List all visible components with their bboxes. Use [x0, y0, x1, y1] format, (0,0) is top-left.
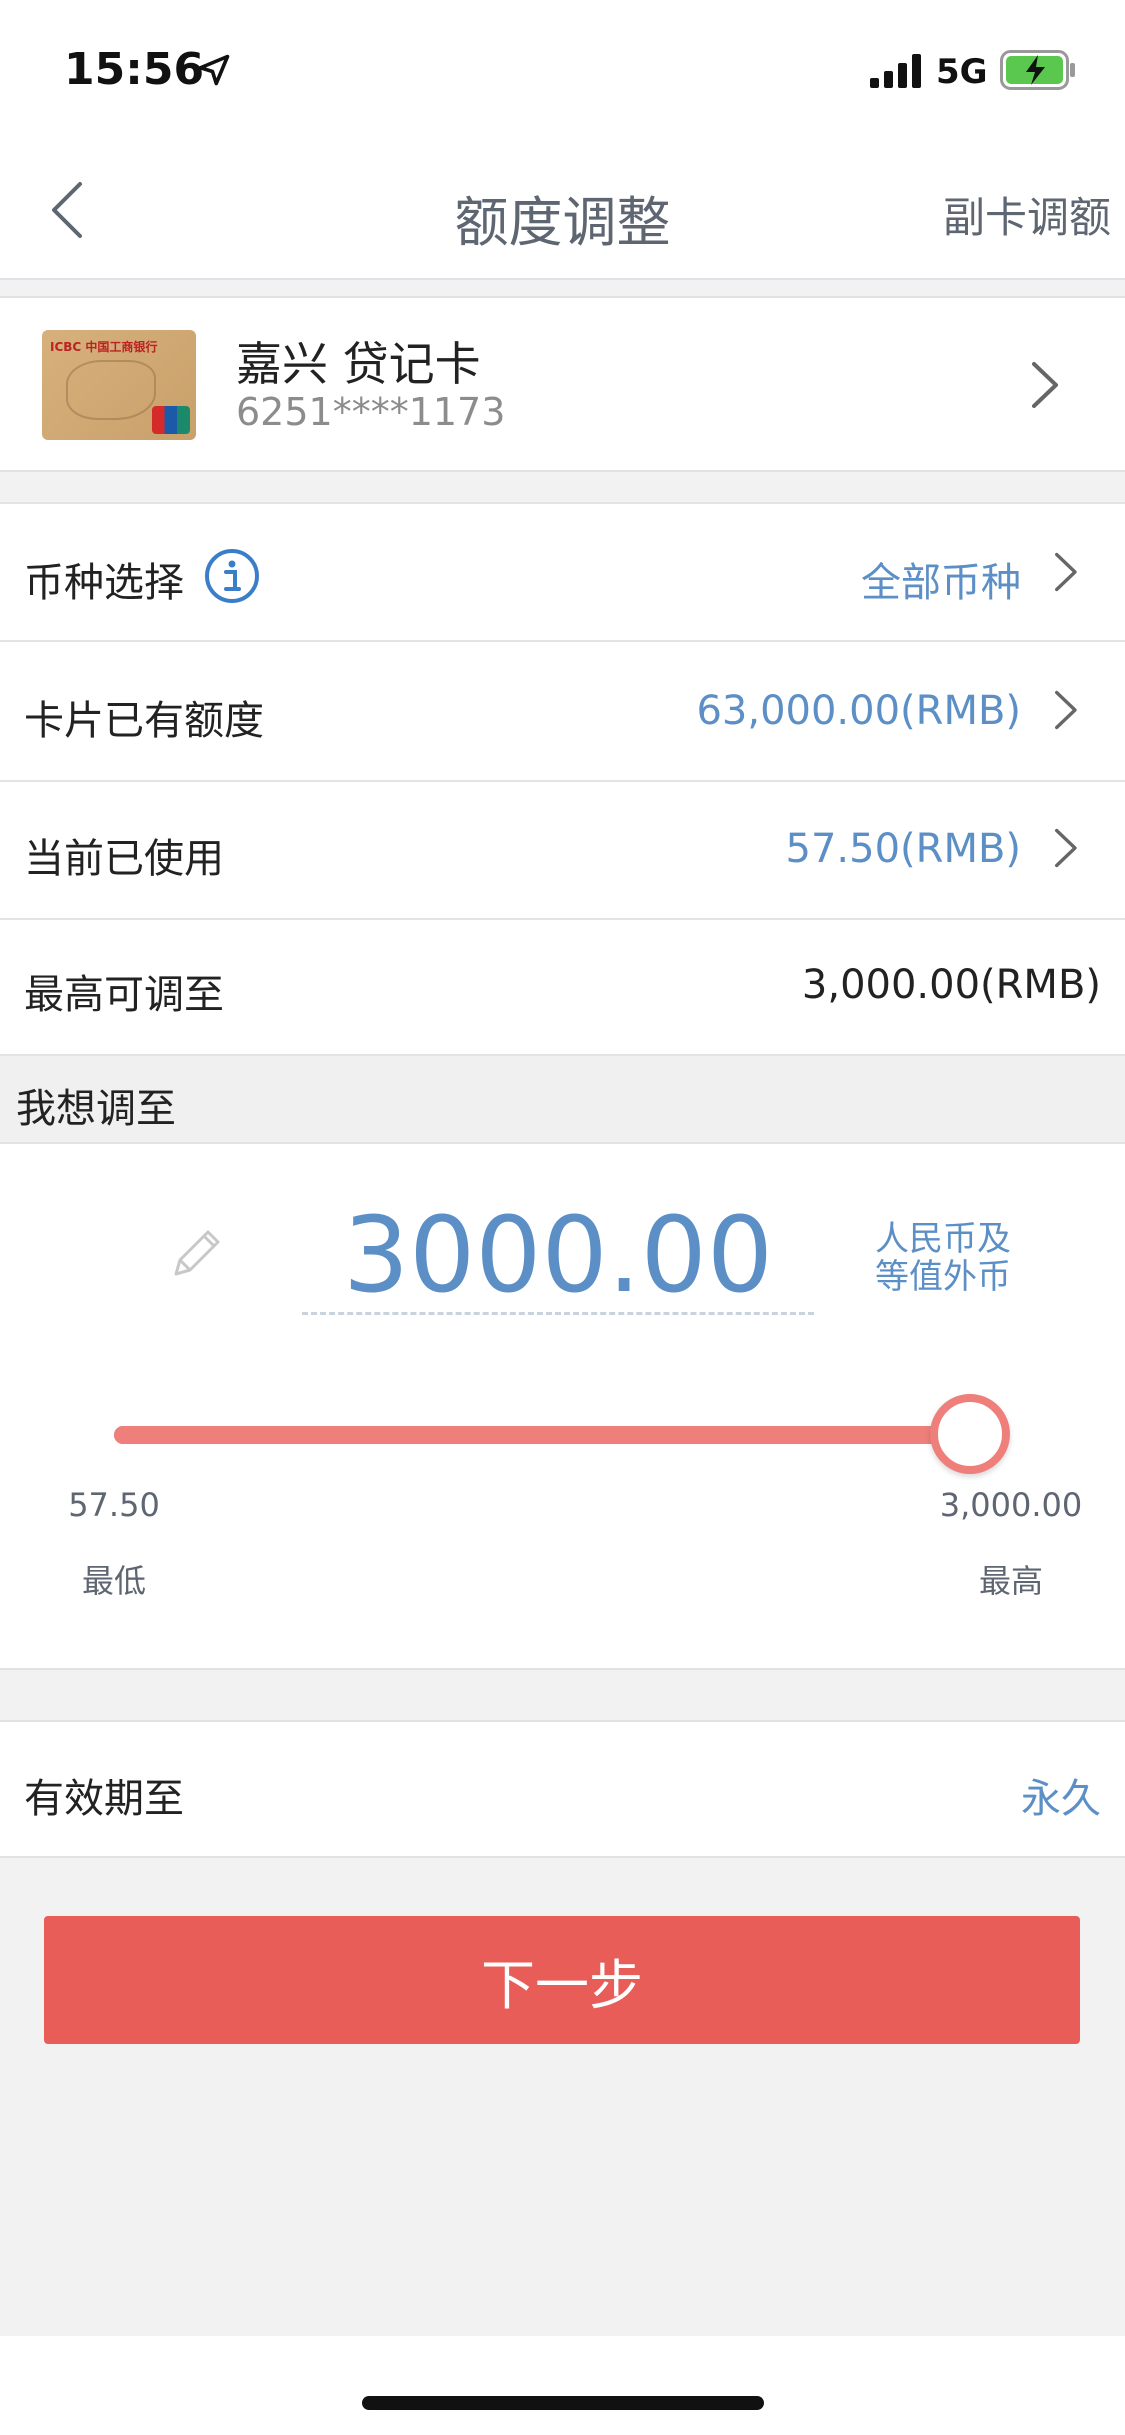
- max-adjust-value: 3,000.00(RMB): [801, 962, 1101, 1008]
- chevron-right-icon: [1032, 362, 1058, 408]
- used-amount-row[interactable]: 当前已使用 57.50(RMB): [0, 782, 1125, 920]
- card-select-row[interactable]: ICBC 中国工商银行 嘉兴 贷记卡 6251****1173: [0, 296, 1125, 472]
- adjust-section-header: 我想调至: [0, 1056, 1125, 1144]
- used-amount-value: 57.50(RMB): [785, 826, 1021, 872]
- adjust-section-label: 我想调至: [16, 1086, 176, 1132]
- amount-input[interactable]: 3000.00: [302, 1194, 814, 1316]
- location-arrow-icon: [198, 54, 230, 86]
- unionpay-logo: [152, 406, 190, 434]
- slider-max-value: 3,000.00: [939, 1486, 1083, 1524]
- battery-charging-icon: [1000, 50, 1075, 90]
- slider-min-label: 最低: [81, 1562, 146, 1600]
- slider-min-value: 57.50: [68, 1486, 160, 1524]
- card-image: ICBC 中国工商银行: [42, 330, 196, 440]
- home-indicator: [362, 2396, 764, 2410]
- status-bar: 15:56 5G: [0, 0, 1125, 140]
- info-icon[interactable]: [204, 548, 260, 604]
- chevron-right-icon: [1055, 690, 1077, 730]
- amount-adjust-panel: 3000.00 人民币及 等值外币 57.50 3,000.00 最低 最高: [0, 1144, 1125, 1670]
- existing-limit-value: 63,000.00(RMB): [696, 688, 1021, 734]
- existing-limit-row[interactable]: 卡片已有额度 63,000.00(RMB): [0, 642, 1125, 782]
- pencil-icon[interactable]: [164, 1220, 230, 1286]
- currency-select-row[interactable]: 币种选择 全部币种: [0, 502, 1125, 642]
- limit-slider-thumb[interactable]: [930, 1394, 1010, 1474]
- status-time: 15:56: [64, 44, 205, 95]
- next-step-button[interactable]: 下一步: [44, 1916, 1080, 2044]
- card-number: 6251****1173: [236, 390, 506, 434]
- limit-slider-fill: [114, 1426, 970, 1444]
- card-map-graphic: [66, 360, 156, 420]
- currency-value: 全部币种: [861, 560, 1021, 606]
- max-adjust-label: 最高可调至: [24, 972, 224, 1018]
- currency-note-line2: 等值外币: [875, 1257, 1011, 1297]
- supplementary-card-adjust-link[interactable]: 副卡调额: [943, 184, 1111, 245]
- max-adjust-row: 最高可调至 3,000.00(RMB): [0, 920, 1125, 1056]
- slider-max-label: 最高: [978, 1562, 1043, 1600]
- used-amount-label: 当前已使用: [24, 836, 224, 882]
- expiry-label: 有效期至: [24, 1776, 184, 1822]
- expiry-row[interactable]: 有效期至 永久: [0, 1720, 1125, 1858]
- currency-label: 币种选择: [24, 560, 184, 606]
- bottom-safe-area: [0, 2336, 1125, 2435]
- expiry-value: 永久: [1021, 1776, 1101, 1822]
- card-name: 嘉兴 贷记卡: [236, 337, 481, 391]
- chevron-right-icon: [1055, 828, 1077, 868]
- credit-limit-adjust-screen: 15:56 5G 额度调整 副卡调额 ICBC 中国工商银行 嘉兴 贷记卡 62…: [0, 0, 1125, 2435]
- card-brand-text: ICBC 中国工商银行: [50, 340, 158, 354]
- amount-underline: [302, 1312, 814, 1315]
- signal-icon: [870, 54, 921, 88]
- network-type: 5G: [936, 52, 988, 92]
- currency-note: 人民币及 等值外币: [858, 1220, 1028, 1296]
- existing-limit-label: 卡片已有额度: [24, 698, 264, 744]
- limit-slider-track[interactable]: [114, 1426, 970, 1444]
- chevron-right-icon: [1055, 552, 1077, 592]
- nav-bar: 额度调整 副卡调额: [0, 140, 1125, 280]
- currency-note-line1: 人民币及: [875, 1219, 1011, 1259]
